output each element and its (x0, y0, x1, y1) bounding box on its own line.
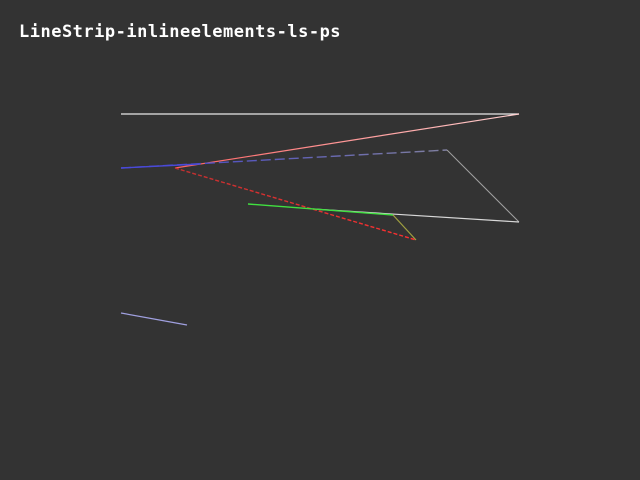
strip-green (247, 203, 394, 216)
strip-pink-diagonal (174, 113, 520, 169)
render-viewport: LineStrip-inlineelements-ls-ps (0, 0, 640, 480)
line-strip-scene (120, 113, 520, 326)
strip-gray-diagonal (446, 149, 520, 223)
strip-bottom-slant (120, 312, 188, 326)
strip-olive (392, 214, 417, 241)
strip-red-diagonal (174, 167, 417, 241)
